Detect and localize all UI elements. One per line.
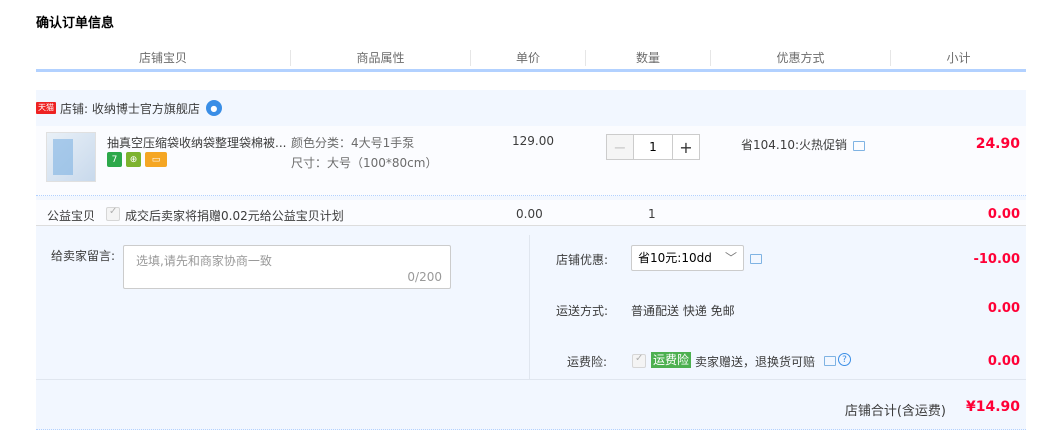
comment-icon[interactable] [750,254,762,264]
column-price: 单价 [471,50,586,66]
item-row: 抽真空压缩袋收纳袋整理袋棉被... 7 ⊕ ▭ 颜色分类：4大号1手泵 尺寸：大… [36,126,1026,196]
column-header: 店铺宝贝 商品属性 单价 数量 优惠方式 小计 [36,50,1026,72]
attr-size: 尺寸：大号（100*80cm） [291,156,438,170]
unit-price: 129.00 [512,134,554,148]
insurance-checkbox[interactable] [632,353,646,368]
shop-name-link[interactable]: 店铺: 收纳博士官方旗舰店 [60,100,200,117]
comment-icon[interactable] [853,141,866,151]
chevron-down-icon: ﹀ [724,251,737,265]
charity-row: 公益宝贝 成交后卖家将捐赠0.02元给公益宝贝计划 0.00 1 0.00 [36,200,1026,226]
charity-label: 公益宝贝 [47,209,96,223]
product-thumbnail[interactable] [46,132,96,182]
shop-row: 天猫 店铺: 收纳博士官方旗舰店 ● [36,98,222,118]
promo-info: 省104.10:火热促销 [741,136,866,153]
insurance-tag: 运费险 [651,352,692,368]
shop-discount-value: 省10元:10dd [638,251,712,265]
promo-text: 省104.10:火热促销 [741,138,848,152]
column-attributes: 商品属性 [291,50,471,66]
help-icon[interactable]: ? [838,353,851,366]
quantity-stepper: − 1 + [606,134,700,160]
shop-discount-label: 店铺优惠: [556,253,609,267]
tmall-badge: 天猫 [36,102,56,114]
product-title-link[interactable]: 抽真空压缩袋收纳袋整理袋棉被... [107,134,292,151]
memo-textarea[interactable]: 选填,请先和商家协商一致 0/200 [123,245,451,289]
decrease-button[interactable]: − [606,134,634,160]
charity-text: 成交后卖家将捐赠0.02元给公益宝贝计划 [125,209,344,223]
guarantee-icon[interactable]: ⊕ [126,152,141,167]
shipping-value: 普通配送 快递 免邮 [631,304,735,318]
attr-color: 颜色分类：4大号1手泵 [291,136,415,150]
insurance-text: 卖家赠送，退换货可赔 [695,355,816,369]
quantity-input[interactable]: 1 [634,134,672,160]
charity-price: 0.00 [516,207,543,221]
charity-quantity: 1 [648,207,656,221]
column-subtotal: 小计 [946,51,971,65]
insurance-amount: 0.00 [987,354,1020,369]
charity-checkbox[interactable] [106,206,120,221]
memo-placeholder: 选填,请先和商家协商一致 [136,254,272,268]
comment-icon[interactable] [824,356,836,366]
seven-day-return-icon[interactable]: 7 [107,152,122,167]
service-badges: 7 ⊕ ▭ [107,152,167,167]
total-label: 店铺合计(含运费) [844,404,946,419]
memo-counter: 0/200 [407,270,442,284]
page-title: 确认订单信息 [36,16,115,31]
shop-discount-amount: -10.00 [973,252,1020,267]
credit-card-icon[interactable]: ▭ [145,152,167,167]
shipping-amount: 0.00 [987,301,1020,316]
total-row: 店铺合计(含运费) ¥14.90 [36,379,1026,430]
memo-label: 给卖家留言: [51,249,116,263]
column-discount: 优惠方式 [711,50,891,66]
divider [529,235,530,379]
column-shop-item: 店铺宝贝 [36,50,291,66]
chat-icon[interactable]: ● [205,100,222,116]
increase-button[interactable]: + [672,134,700,160]
item-subtotal: 24.90 [975,136,1020,152]
total-amount: ¥14.90 [965,399,1020,415]
insurance-label: 运费险: [567,355,608,369]
shipping-label: 运送方式: [556,304,609,318]
shop-discount-select[interactable]: 省10元:10dd ﹀ [631,245,744,271]
charity-amount: 0.00 [987,207,1020,222]
column-quantity: 数量 [586,50,711,66]
